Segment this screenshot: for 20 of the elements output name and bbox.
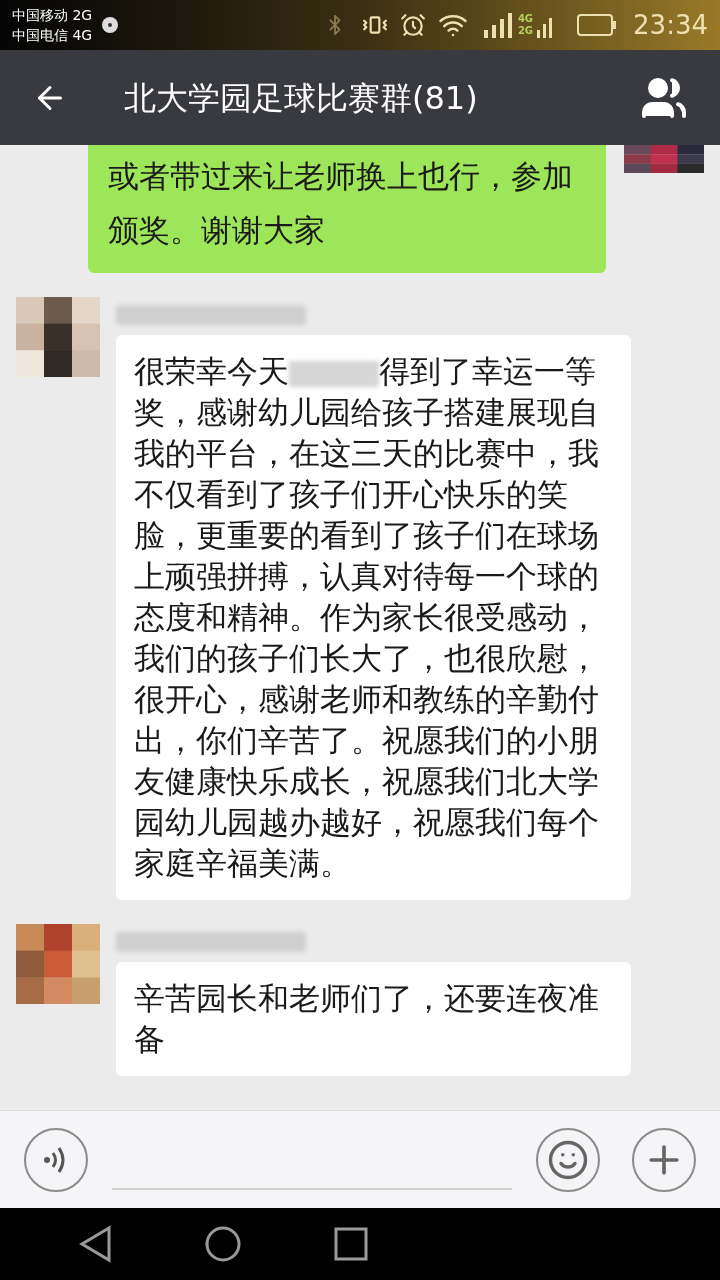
message-text: 或者带过来让老师换上也行，参加颁奖。谢谢大家 xyxy=(108,157,574,250)
back-icon[interactable] xyxy=(78,1225,112,1263)
network-label: 2G xyxy=(517,25,534,37)
battery-icon xyxy=(577,14,618,36)
chat-title: 北大学园足球比赛群(81) xyxy=(124,77,479,119)
smiley-icon xyxy=(547,1138,589,1181)
carrier-label: 中国电信 4G xyxy=(12,26,93,45)
message-text: 很荣幸今天 得到了幸运一等奖，感谢幼儿园给孩子搭建展现自我的平台，在这三天的比赛中，我不仅看到了孩子们开心快乐的笑脸，更重要的看到了孩子们在球场上顽强拼搏，认真对待每一个球的态度和精神。作为家长很受感动，我们的孩子们长大了，也很欣慰，很开心，感谢老师和教练的辛勤付出，你们辛苦了。祝愿我们的小朋友健康快乐成长，祝愿我们北大学园幼儿园越办越好，祝愿我们每个家庭辛福美满。 xyxy=(134,352,600,883)
network-label: 4G xyxy=(517,13,534,25)
more-button[interactable] xyxy=(632,1127,696,1192)
disc-icon xyxy=(100,15,121,35)
voice-button[interactable] xyxy=(24,1127,88,1192)
emoji-button[interactable] xyxy=(536,1127,600,1192)
home-icon[interactable] xyxy=(204,1225,242,1263)
clock: 23:34 xyxy=(633,8,708,42)
alarm-icon xyxy=(399,12,426,38)
carrier-label: 中国移动 2G xyxy=(12,6,93,25)
signal-icon xyxy=(483,12,514,38)
recent-apps-icon[interactable] xyxy=(334,1227,368,1261)
message-text: 辛苦园长和老师们了，还要连夜准备 xyxy=(134,979,600,1059)
